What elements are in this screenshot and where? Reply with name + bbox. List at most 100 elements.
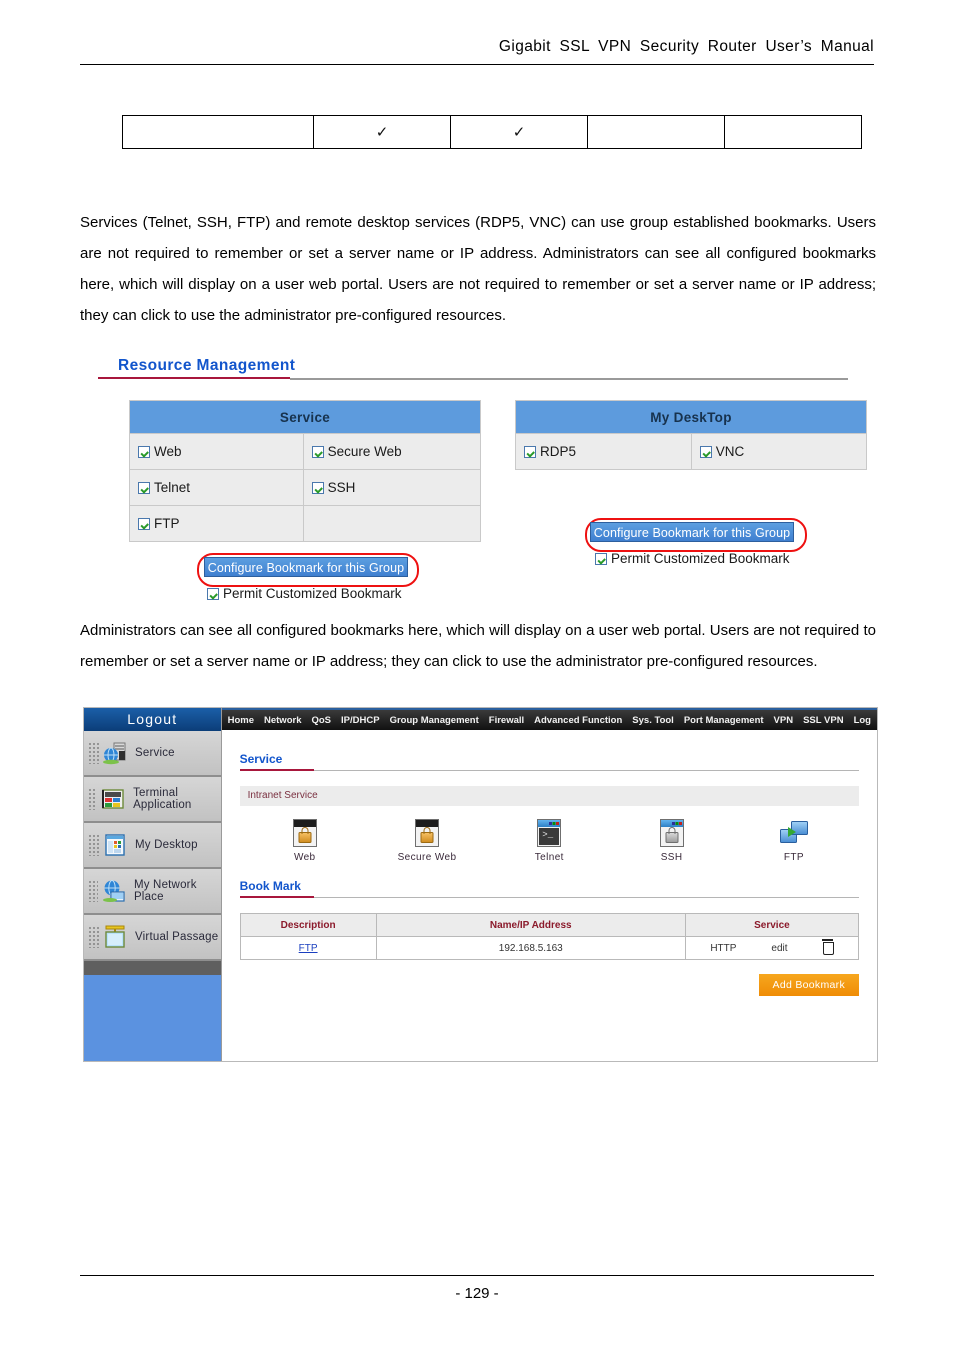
trash-icon[interactable] — [821, 939, 834, 955]
main-pane: Home Network QoS IP/DHCP Group Managemen… — [221, 708, 877, 1061]
desktop-option-vnc[interactable]: VNC — [690, 433, 868, 470]
section-rules — [239, 896, 859, 899]
service-option-ftp[interactable]: FTP — [129, 505, 304, 542]
bookmark-link-ftp[interactable]: FTP — [299, 943, 318, 954]
intranet-service-subbar: Intranet Service — [239, 786, 859, 806]
column-header-description: Description — [239, 913, 377, 937]
drag-handle-icon[interactable] — [88, 834, 99, 856]
secure-web-lock-icon — [412, 818, 442, 848]
service-icon-row: Web Secure Web Telnet — [240, 810, 859, 863]
table-header-row: Service — [129, 400, 481, 434]
drag-handle-icon[interactable] — [88, 788, 98, 810]
nav-item-network[interactable]: Network — [264, 715, 301, 726]
service-icon-label: SSH — [660, 852, 683, 863]
nav-item-sys-tool[interactable]: Sys. Tool — [632, 715, 674, 726]
checkbox-icon[interactable] — [524, 446, 536, 458]
table-header-row: My DeskTop — [515, 400, 867, 434]
checkbox-icon[interactable] — [595, 553, 607, 565]
configure-bookmark-group-service: Configure Bookmark for this Group Permit… — [197, 553, 427, 611]
matrix-cell-5 — [724, 115, 862, 149]
heading-rule-gray — [290, 378, 848, 380]
service-icon-label: Web — [293, 852, 316, 863]
bookmark-address-cell: 192.168.5.163 — [375, 936, 686, 960]
network-place-icon — [101, 878, 127, 904]
header-rule — [80, 64, 874, 65]
sidebar-item-service[interactable]: Service — [84, 731, 221, 777]
checkbox-icon[interactable] — [699, 446, 712, 458]
drag-handle-icon[interactable] — [88, 880, 98, 902]
nav-item-vpn[interactable]: VPN — [774, 715, 794, 726]
service-icon-label: Telnet — [534, 852, 564, 863]
sidebar: Logout Service Terminal Application My D… — [84, 708, 222, 1061]
checkbox-icon[interactable] — [311, 446, 324, 458]
resource-management-title: Resource Management — [118, 357, 296, 374]
checkbox-icon[interactable] — [311, 482, 324, 494]
sidebar-item-my-network-place[interactable]: My Network Place — [84, 869, 221, 915]
section-rule-red — [239, 896, 314, 899]
header-title: Gigabit SSL VPN Security Router User’s M… — [498, 38, 874, 55]
service-icon-ssh[interactable]: SSH — [610, 818, 732, 863]
checkbox-icon[interactable] — [138, 482, 150, 494]
nav-item-group-management[interactable]: Group Management — [390, 715, 479, 726]
page-number: - 129 - — [455, 1285, 499, 1302]
service-icon-secure-web[interactable]: Secure Web — [366, 818, 488, 863]
configure-bookmark-button-desktop[interactable]: Configure Bookmark for this Group — [590, 522, 794, 542]
permit-customized-bookmark-service[interactable]: Permit Customized Bookmark — [207, 586, 402, 601]
drag-handle-icon[interactable] — [88, 742, 99, 764]
heading-rules — [98, 377, 848, 381]
service-option-empty — [302, 505, 482, 542]
nav-item-ssl-vpn[interactable]: SSL VPN — [803, 715, 843, 726]
permit-customized-bookmark-desktop[interactable]: Permit Customized Bookmark — [595, 551, 790, 566]
paragraph-admin: Administrators can see all configured bo… — [80, 622, 876, 670]
table-row: RDP5 VNC — [515, 433, 868, 470]
checkbox-icon[interactable] — [138, 518, 150, 530]
nav-item-home[interactable]: Home — [228, 715, 254, 726]
drag-handle-icon[interactable] — [88, 926, 99, 948]
nav-item-ip-dhcp[interactable]: IP/DHCP — [341, 715, 380, 726]
add-bookmark-button[interactable]: Add Bookmark — [758, 974, 859, 996]
sidebar-item-terminal-application[interactable]: Terminal Application — [84, 777, 221, 823]
desktop-table-header: My DeskTop — [515, 400, 867, 434]
desktop-icon — [102, 832, 128, 858]
globe-server-icon — [102, 740, 128, 766]
bookmark-service-cell: HTTP edit — [684, 936, 860, 960]
table-row: FTP 192.168.5.163 HTTP edit — [239, 936, 860, 960]
logout-button[interactable]: Logout — [84, 708, 221, 731]
sidebar-item-label: Virtual Passage — [135, 931, 219, 943]
matrix-cell-2: ✓ — [313, 115, 451, 149]
document-footer: - 129 - — [0, 1275, 954, 1302]
matrix-cell-3: ✓ — [450, 115, 588, 149]
telnet-terminal-icon — [534, 818, 564, 848]
service-icon-web[interactable]: Web — [244, 818, 366, 863]
configure-bookmark-button-service[interactable]: Configure Bookmark for this Group — [204, 557, 408, 577]
router-web-ui-screenshot: Logout Service Terminal Application My D… — [83, 707, 878, 1062]
nav-item-log[interactable]: Log — [854, 715, 871, 726]
service-checkbox-table: Service Web Secure Web Telnet SSH FTP — [129, 400, 482, 542]
table-row: Web Secure Web — [129, 433, 482, 470]
nav-item-firewall[interactable]: Firewall — [489, 715, 524, 726]
option-label: Web — [154, 444, 182, 459]
nav-item-advanced-function[interactable]: Advanced Function — [534, 715, 622, 726]
nav-item-qos[interactable]: QoS — [311, 715, 331, 726]
web-lock-icon — [290, 818, 320, 848]
table-row: ✓ ✓ — [122, 115, 862, 149]
section-rule-gray — [313, 769, 859, 772]
checkbox-icon[interactable] — [138, 446, 150, 458]
nav-item-port-management[interactable]: Port Management — [684, 715, 764, 726]
service-option-web[interactable]: Web — [129, 433, 304, 470]
bookmark-section-title: Book Mark — [239, 879, 301, 893]
service-option-telnet[interactable]: Telnet — [129, 469, 304, 506]
service-icon-telnet[interactable]: Telnet — [488, 818, 610, 863]
bookmark-edit-link[interactable]: edit — [771, 943, 787, 954]
option-label: Telnet — [154, 480, 191, 495]
matrix-cell-1 — [122, 115, 314, 149]
paragraph-intro: Services (Telnet, SSH, FTP) and remote d… — [80, 214, 876, 324]
checkbox-icon[interactable] — [207, 588, 219, 600]
service-icon-label: FTP — [783, 852, 804, 863]
desktop-option-rdp5[interactable]: RDP5 — [515, 433, 692, 470]
sidebar-item-virtual-passage[interactable]: Virtual Passage — [84, 915, 221, 961]
service-option-ssh[interactable]: SSH — [302, 469, 482, 506]
sidebar-item-my-desktop[interactable]: My Desktop — [84, 823, 221, 869]
service-option-secure-web[interactable]: Secure Web — [302, 433, 482, 470]
service-icon-ftp[interactable]: FTP — [733, 818, 855, 863]
